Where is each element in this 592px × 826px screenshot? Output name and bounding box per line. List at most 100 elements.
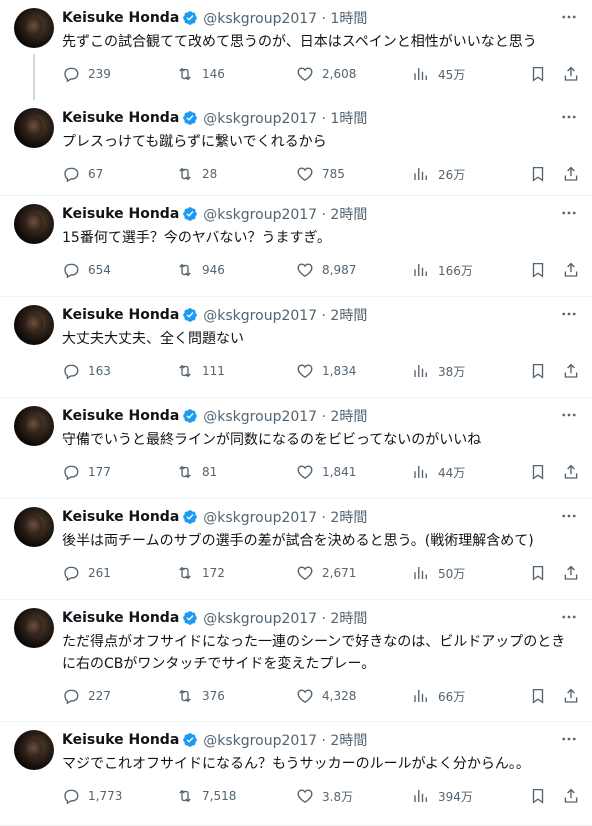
author-name[interactable]: Keisuke Honda <box>62 509 179 525</box>
like-button[interactable]: 4,328 <box>296 686 356 706</box>
avatar[interactable] <box>14 305 54 345</box>
tweet[interactable]: Keisuke Honda @kskgroup2017 · 2時間 大丈夫大丈夫… <box>0 297 592 398</box>
share-button[interactable] <box>562 361 580 381</box>
avatar[interactable] <box>14 608 54 648</box>
reply-count: 239 <box>88 67 111 81</box>
reply-button[interactable]: 163 <box>62 361 111 381</box>
retweet-button[interactable]: 946 <box>176 260 225 280</box>
bookmark-button[interactable] <box>529 260 547 280</box>
more-dots-icon[interactable] <box>558 608 580 626</box>
avatar[interactable] <box>14 730 54 770</box>
views-button[interactable]: 45万 <box>412 64 465 84</box>
reply-icon <box>64 465 79 481</box>
like-button[interactable]: 785 <box>296 164 345 184</box>
reply-button[interactable]: 654 <box>62 260 111 280</box>
like-button[interactable]: 3.8万 <box>296 786 353 806</box>
bookmark-button[interactable] <box>529 786 547 806</box>
author-name[interactable]: Keisuke Honda <box>62 10 179 26</box>
views-icon <box>414 567 427 579</box>
more-dots-icon[interactable] <box>558 507 580 525</box>
reply-button[interactable]: 177 <box>62 462 111 482</box>
views-button[interactable]: 394万 <box>412 786 473 806</box>
author-name[interactable]: Keisuke Honda <box>62 206 179 222</box>
like-button[interactable]: 2,671 <box>296 563 356 583</box>
reply-button[interactable]: 239 <box>62 64 111 84</box>
author-name[interactable]: Keisuke Honda <box>62 110 179 126</box>
tweet[interactable]: Keisuke Honda @kskgroup2017 · 2時間 後半は両チー… <box>0 499 592 600</box>
share-button[interactable] <box>562 786 580 806</box>
retweet-button[interactable]: 376 <box>176 686 225 706</box>
author-handle-and-time[interactable]: @kskgroup2017 · 1時間 <box>203 108 367 128</box>
tweet[interactable]: Keisuke Honda @kskgroup2017 · 2時間 15番何て選… <box>0 196 592 297</box>
share-button[interactable] <box>562 260 580 280</box>
tweet[interactable]: Keisuke Honda @kskgroup2017 · 2時間 マジでこれオ… <box>0 722 592 826</box>
author-handle-and-time[interactable]: @kskgroup2017 · 2時間 <box>203 507 367 527</box>
author-handle-and-time[interactable]: @kskgroup2017 · 2時間 <box>203 730 367 750</box>
author-handle-and-time[interactable]: @kskgroup2017 · 2時間 <box>203 406 367 426</box>
reply-button[interactable]: 1,773 <box>62 786 122 806</box>
share-button[interactable] <box>562 164 580 184</box>
share-button[interactable] <box>562 563 580 583</box>
avatar[interactable] <box>14 406 54 446</box>
bookmark-button[interactable] <box>529 361 547 381</box>
like-button[interactable]: 1,841 <box>296 462 356 482</box>
views-button[interactable]: 66万 <box>412 686 465 706</box>
tweet-actions: 239 146 2,608 45万 <box>62 64 582 84</box>
views-button[interactable]: 38万 <box>412 361 465 381</box>
bookmark-button[interactable] <box>529 164 547 184</box>
like-icon <box>297 789 313 803</box>
like-button[interactable]: 8,987 <box>296 260 356 280</box>
retweet-button[interactable]: 172 <box>176 563 225 583</box>
author-name[interactable]: Keisuke Honda <box>62 610 179 626</box>
like-button[interactable]: 1,834 <box>296 361 356 381</box>
author-handle-and-time[interactable]: @kskgroup2017 · 2時間 <box>203 305 367 325</box>
tweet[interactable]: Keisuke Honda @kskgroup2017 · 1時間 プレスっけて… <box>0 100 592 196</box>
retweet-button[interactable]: 111 <box>176 361 225 381</box>
bookmark-button[interactable] <box>529 64 547 84</box>
author-handle-and-time[interactable]: @kskgroup2017 · 1時間 <box>203 8 367 28</box>
retweet-button[interactable]: 146 <box>176 64 225 84</box>
views-button[interactable]: 50万 <box>412 563 465 583</box>
reply-button[interactable]: 261 <box>62 563 111 583</box>
tweet-actions: 1,773 7,518 3.8万 394万 <box>62 786 582 806</box>
tweet[interactable]: Keisuke Honda @kskgroup2017 · 2時間 守備でいうと… <box>0 398 592 499</box>
retweet-button[interactable]: 28 <box>176 164 217 184</box>
tweet[interactable]: Keisuke Honda @kskgroup2017 · 1時間 先ずこの試合… <box>0 0 592 100</box>
author-name[interactable]: Keisuke Honda <box>62 732 179 748</box>
thread-connector-line <box>33 54 35 100</box>
more-dots-icon[interactable] <box>558 406 580 424</box>
avatar[interactable] <box>14 204 54 244</box>
avatar[interactable] <box>14 108 54 148</box>
share-button[interactable] <box>562 686 580 706</box>
views-button[interactable]: 44万 <box>412 462 465 482</box>
views-button[interactable]: 166万 <box>412 260 473 280</box>
views-button[interactable]: 26万 <box>412 164 465 184</box>
retweet-button[interactable]: 81 <box>176 462 217 482</box>
share-button[interactable] <box>562 64 580 84</box>
author-handle-and-time[interactable]: @kskgroup2017 · 2時間 <box>203 204 367 224</box>
like-count: 1,841 <box>322 465 357 479</box>
more-dots-icon[interactable] <box>558 108 580 126</box>
share-button[interactable] <box>562 462 580 482</box>
more-dots-icon[interactable] <box>558 8 580 26</box>
bookmark-button[interactable] <box>529 563 547 583</box>
like-button[interactable]: 2,608 <box>296 64 356 84</box>
author-handle-and-time[interactable]: @kskgroup2017 · 2時間 <box>203 608 367 628</box>
reply-button[interactable]: 67 <box>62 164 103 184</box>
more-dots-icon[interactable] <box>558 730 580 748</box>
bookmark-button[interactable] <box>529 462 547 482</box>
more-dots-icon[interactable] <box>558 305 580 323</box>
tweet-text: プレスっけても蹴らずに繋いでくれるから <box>62 134 327 150</box>
avatar[interactable] <box>14 507 54 547</box>
bookmark-button[interactable] <box>529 686 547 706</box>
tweet[interactable]: Keisuke Honda @kskgroup2017 · 2時間 ただ得点がオ… <box>0 600 592 722</box>
author-name[interactable]: Keisuke Honda <box>62 408 179 424</box>
more-dots-icon[interactable] <box>558 204 580 222</box>
like-icon <box>297 263 313 277</box>
author-name[interactable]: Keisuke Honda <box>62 307 179 323</box>
views-count: 38万 <box>438 364 466 379</box>
reply-button[interactable]: 227 <box>62 686 111 706</box>
retweet-icon <box>179 689 191 703</box>
avatar[interactable] <box>14 8 54 48</box>
retweet-button[interactable]: 7,518 <box>176 786 236 806</box>
